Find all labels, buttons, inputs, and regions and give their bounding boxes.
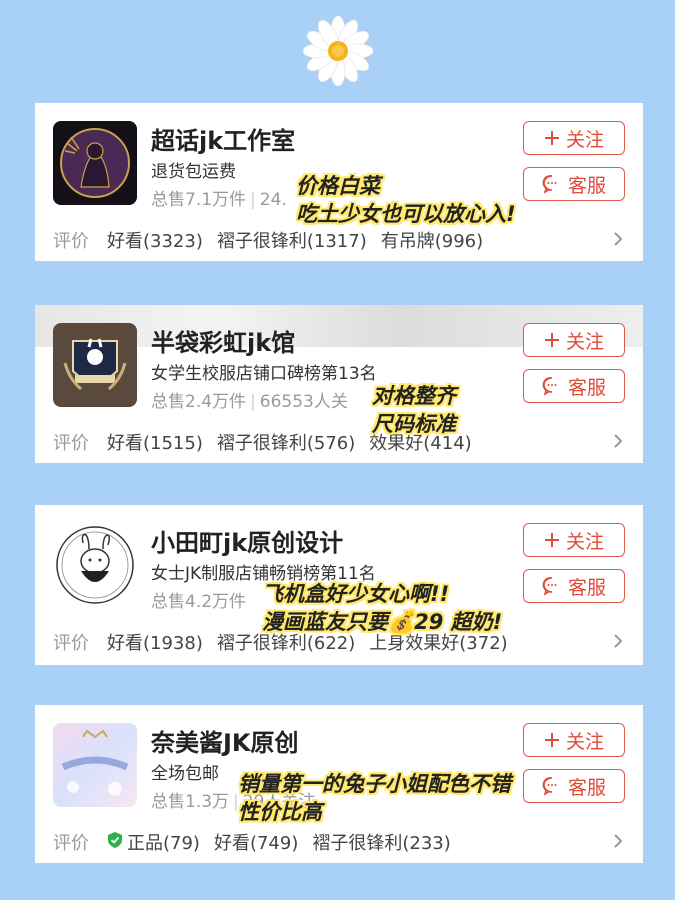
customer-service-button[interactable]: 客服: [523, 569, 625, 603]
shop-name[interactable]: 半袋彩虹jk馆: [151, 323, 295, 358]
follower-count: 66553人关: [259, 392, 348, 412]
caption-line: 吃土少女也可以放心入!: [296, 202, 516, 226]
overlay-caption: 销量第一的兔子小姐配色不错 性价比高: [238, 770, 511, 826]
follow-button[interactable]: 关注: [523, 523, 625, 557]
caption-line: 对格整齐: [372, 384, 456, 408]
follower-count: 24.: [259, 190, 287, 210]
daisy-icon: [302, 15, 374, 87]
chat-icon: [542, 776, 562, 796]
follow-button[interactable]: 关注: [523, 121, 625, 155]
review-tag[interactable]: 好看(1515): [107, 429, 203, 455]
chat-icon: [542, 174, 562, 194]
review-tag[interactable]: 褶子很锋利(576): [217, 429, 355, 455]
customer-service-button[interactable]: 客服: [523, 769, 625, 803]
follow-label: 关注: [565, 330, 604, 353]
shop-stats: 总售7.1万件 | 24.: [151, 185, 287, 210]
plus-icon: [544, 532, 560, 548]
plus-icon: [544, 732, 560, 748]
caption-line: 价格白菜: [296, 174, 380, 198]
rating-label: 评价: [53, 833, 89, 854]
service-label: 客服: [567, 776, 606, 799]
shop-subtitle: 全场包邮: [151, 764, 219, 784]
caption-line: 销量第一的兔子小姐配色不错: [238, 772, 511, 796]
divider: |: [250, 392, 256, 412]
divider: |: [250, 190, 256, 210]
service-label: 客服: [567, 174, 606, 197]
caption-line: 漫画蓝友只要💰29 超奶!: [262, 610, 503, 634]
sales-count: 总售7.1万件: [151, 190, 247, 210]
rating-label: 评价: [53, 633, 89, 654]
review-tag[interactable]: 好看(749): [214, 829, 298, 855]
shop-stats: 总售4.2万件: [151, 587, 246, 612]
follow-label: 关注: [565, 730, 604, 753]
shop-name[interactable]: 奈美酱JK原创: [151, 723, 299, 758]
review-tag[interactable]: 好看(1938): [107, 629, 203, 655]
rating-label: 评价: [53, 433, 89, 454]
chevron-right-icon[interactable]: [613, 833, 623, 853]
chat-icon: [542, 376, 562, 396]
shop-logo[interactable]: [53, 323, 137, 407]
overlay-caption: 价格白菜 吃土少女也可以放心入!: [296, 172, 516, 228]
review-tags[interactable]: 评价 正品(79) 好看(749) 褶子很锋利(233): [53, 829, 465, 855]
follow-label: 关注: [565, 530, 604, 553]
shop-stats: 总售2.4万件 | 66553人关: [151, 387, 348, 412]
shop-card[interactable]: 半袋彩虹jk馆 女学生校服店铺口碑榜第13名 总售2.4万件 | 66553人关 关…: [35, 305, 643, 463]
plus-icon: [544, 130, 560, 146]
customer-service-button[interactable]: 客服: [523, 369, 625, 403]
shop-subtitle: 女学生校服店铺口碑榜第13名: [151, 364, 377, 384]
shop-name[interactable]: 超话jk工作室: [151, 121, 295, 156]
sales-count: 总售2.4万件: [151, 392, 247, 412]
review-tag[interactable]: 褶子很锋利(1317): [217, 227, 367, 253]
follow-button[interactable]: 关注: [523, 323, 625, 357]
chat-icon: [542, 576, 562, 596]
overlay-caption: 对格整齐 尺码标准: [372, 382, 456, 438]
review-tag[interactable]: 好看(3323): [107, 227, 203, 253]
sales-count: 总售1.3万: [151, 792, 230, 812]
review-tag[interactable]: 正品(79): [127, 829, 200, 855]
service-label: 客服: [567, 376, 606, 399]
shop-logo[interactable]: [53, 523, 137, 607]
shop-subtitle: 退货包运费: [151, 162, 236, 182]
caption-line: 飞机盒好少女心啊!!: [262, 582, 450, 606]
review-tags[interactable]: 评价 好看(3323) 褶子很锋利(1317) 有吊牌(996): [53, 227, 497, 253]
rating-label: 评价: [53, 231, 89, 252]
caption-line: 尺码标准: [372, 412, 456, 436]
chevron-right-icon[interactable]: [613, 633, 623, 653]
sales-count: 总售4.2万件: [151, 592, 247, 612]
customer-service-button[interactable]: 客服: [523, 167, 625, 201]
service-label: 客服: [567, 576, 606, 599]
shop-logo[interactable]: [53, 723, 137, 807]
caption-line: 性价比高: [238, 800, 322, 824]
verified-shield-icon: [107, 831, 123, 854]
chevron-right-icon[interactable]: [613, 433, 623, 453]
review-tag[interactable]: 褶子很锋利(233): [312, 829, 450, 855]
overlay-caption: 飞机盒好少女心啊!! 漫画蓝友只要💰29 超奶!: [262, 580, 502, 636]
shop-name[interactable]: 小田町jk原创设计: [151, 523, 343, 558]
follow-label: 关注: [565, 128, 604, 151]
plus-icon: [544, 332, 560, 348]
chevron-right-icon[interactable]: [613, 231, 623, 251]
follow-button[interactable]: 关注: [523, 723, 625, 757]
review-tag[interactable]: 有吊牌(996): [381, 227, 483, 253]
shop-logo[interactable]: [53, 121, 137, 205]
